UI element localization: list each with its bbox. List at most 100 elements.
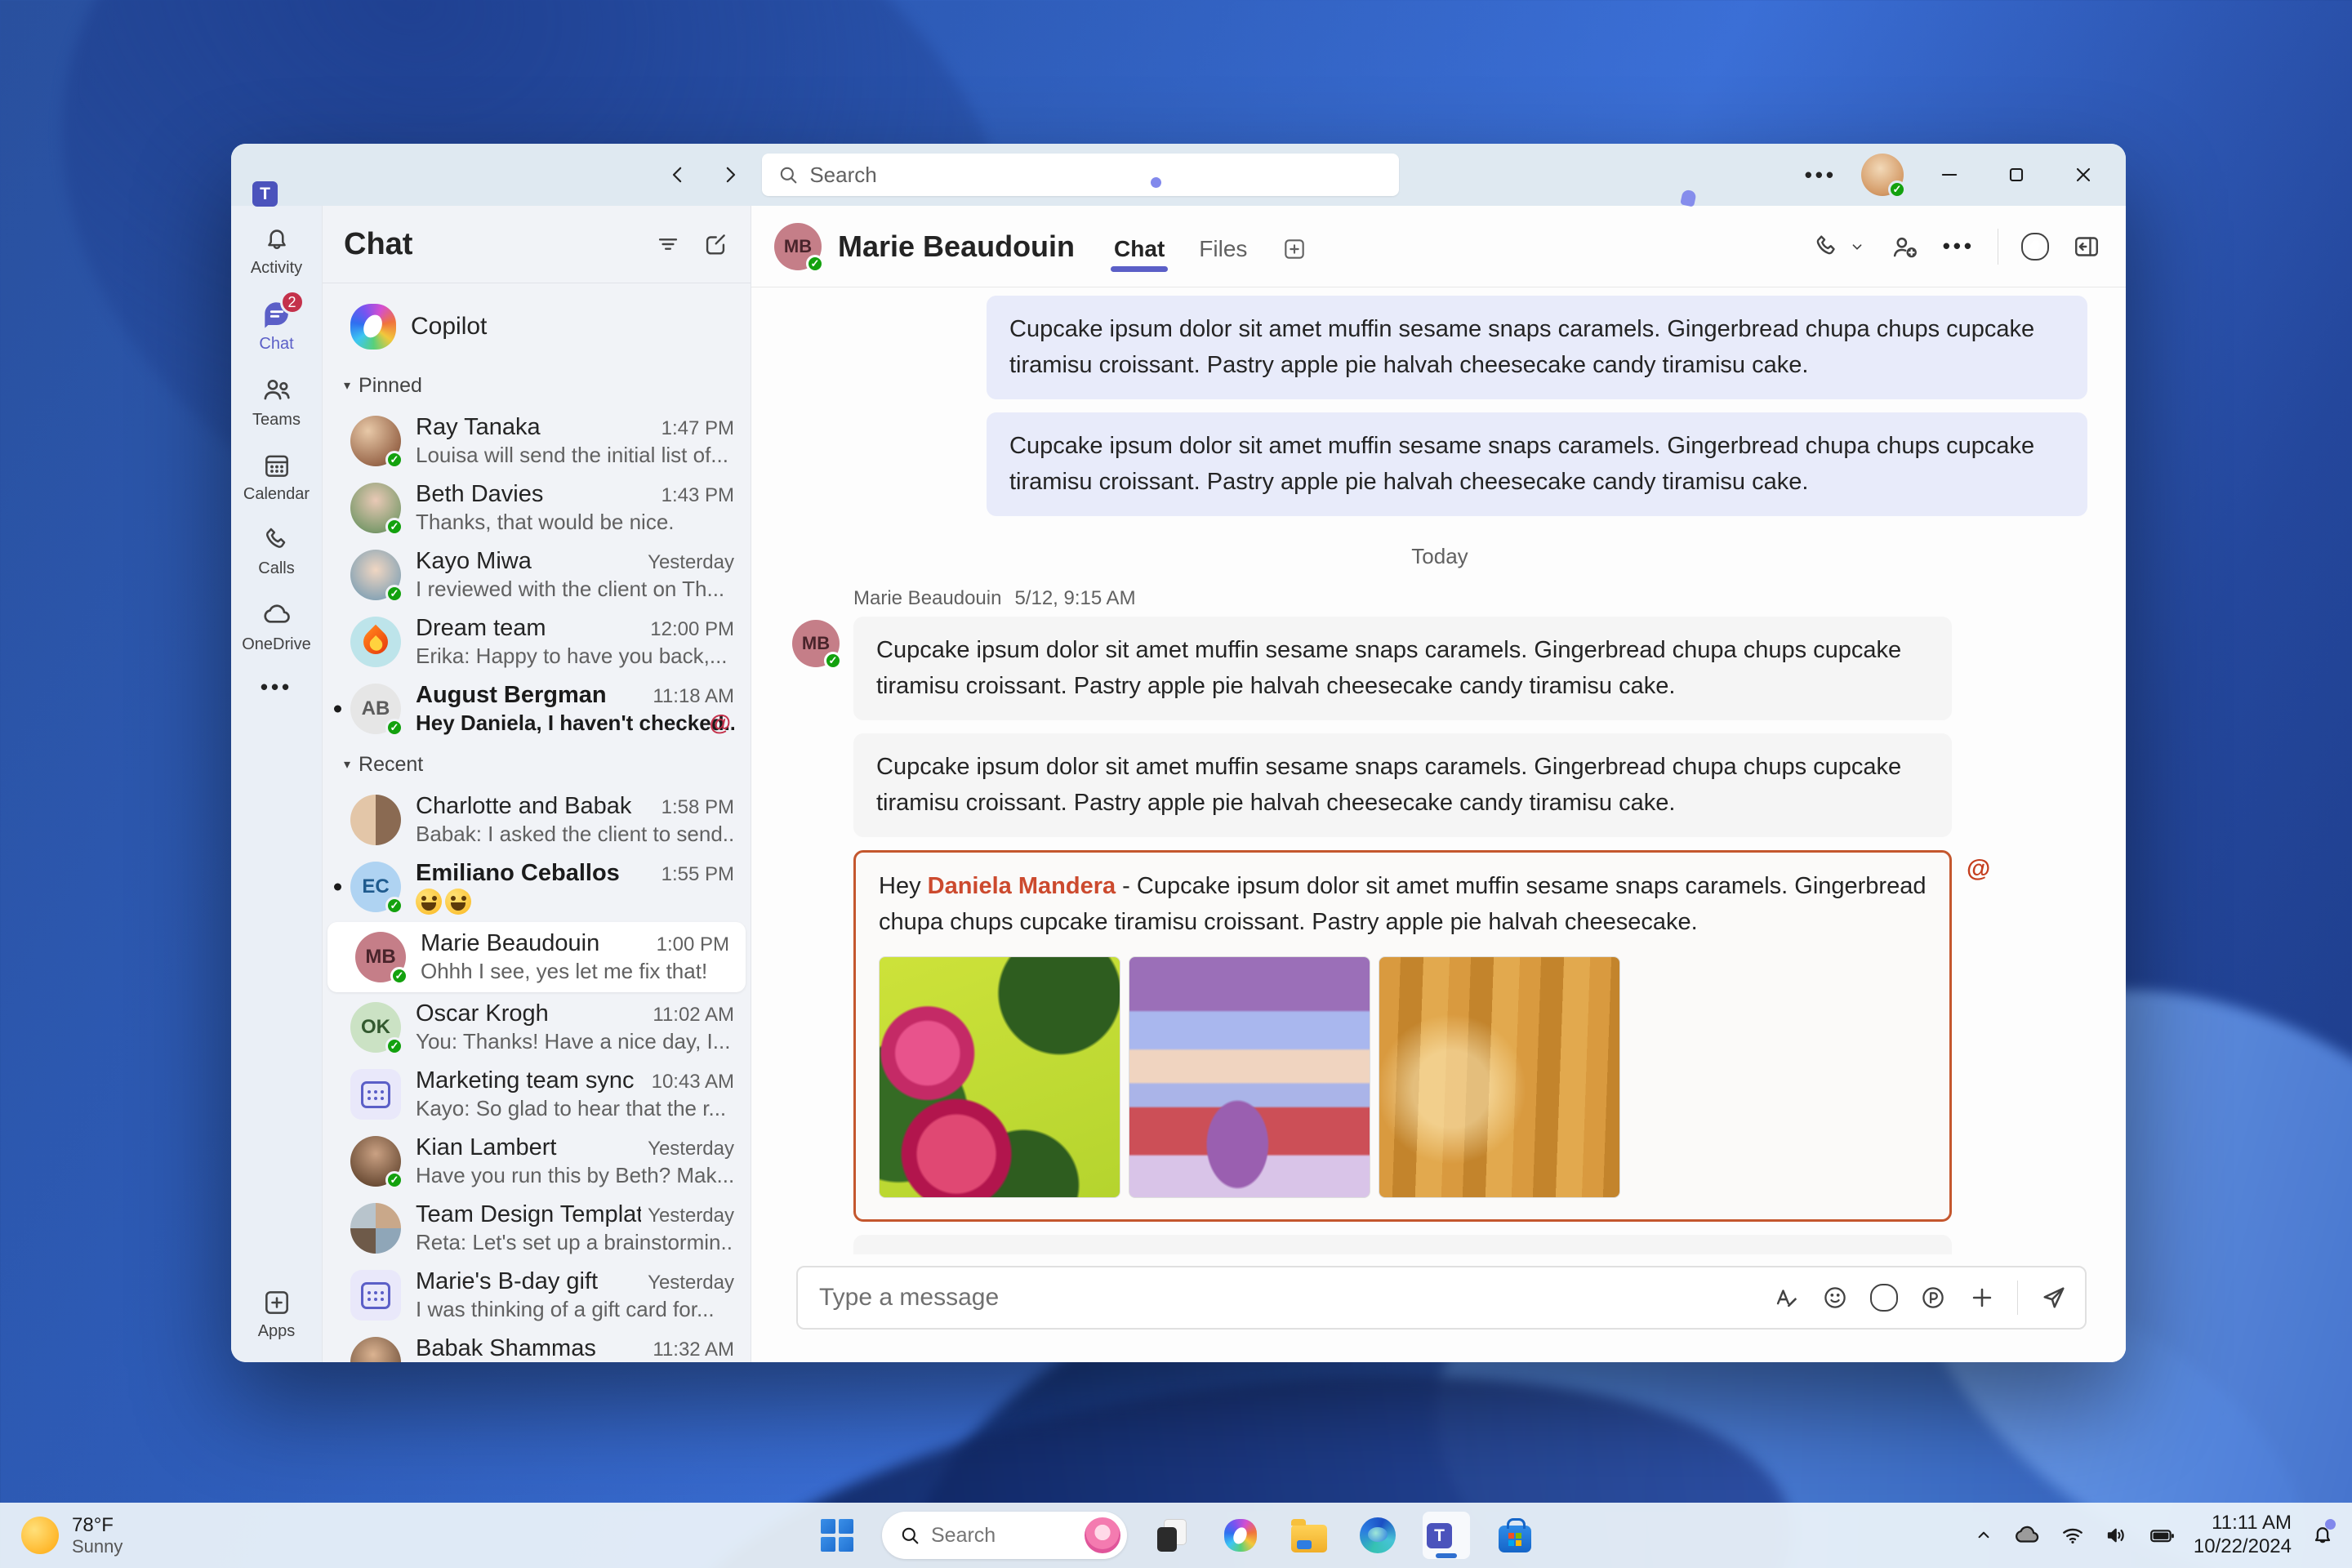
sidebar-item-calls[interactable]: Calls	[231, 524, 322, 578]
emoji-icon[interactable]	[1821, 1284, 1849, 1312]
battery-icon[interactable]	[2148, 1521, 2176, 1549]
list-item-copilot[interactable]: Copilot	[323, 290, 751, 363]
loop-icon[interactable]	[1919, 1284, 1947, 1312]
list-item[interactable]: Marie's B-day gift Yesterday I was thinki…	[323, 1262, 751, 1329]
teams-logo-icon: T	[1427, 1517, 2337, 1554]
list-item[interactable]: Dream team 12:00 PM Erika: Happy to have …	[323, 608, 751, 675]
close-button[interactable]	[2062, 160, 2105, 189]
outgoing-message: Cupcake ipsum dolor sit amet muffin sesa…	[987, 412, 2087, 516]
phone-icon	[261, 524, 292, 555]
format-icon[interactable]	[1772, 1284, 1800, 1312]
taskbar-search-input[interactable]	[931, 1523, 1075, 1548]
settings-more-icon[interactable]: •••	[1805, 163, 1837, 188]
copilot-app-button[interactable]	[1217, 1512, 1264, 1559]
new-chat-icon[interactable]	[702, 230, 729, 258]
list-item-selected[interactable]: MB ✓ Marie Beaudouin 1:00 PM Ohhh I see, y…	[327, 922, 746, 992]
chat-list: Copilot ▾ Pinned ✓ Ray Tanaka 1:47 PM Lou…	[323, 283, 751, 1362]
weather-widget[interactable]: 78°F Sunny	[21, 1514, 122, 1557]
sender-name: Marie Beaudouin	[853, 587, 1002, 609]
rail-label: Calendar	[243, 485, 310, 503]
tab-chat[interactable]: Chat	[1111, 236, 1169, 287]
flame-icon	[363, 630, 388, 654]
send-icon[interactable]	[2039, 1283, 2069, 1312]
add-people-icon[interactable]	[1889, 231, 1920, 262]
clock[interactable]: 11:11 AM 10/22/2024	[2194, 1512, 2292, 1559]
section-recent[interactable]: ▾ Recent	[323, 742, 751, 786]
list-item[interactable]: ✓ Babak Shammas11:32 AM Yah, that sounds…	[323, 1329, 751, 1362]
list-item[interactable]: EC ✓ Emiliano Ceballos 1:55 PM	[323, 853, 751, 920]
list-item[interactable]: Charlotte and Babak 1:58 PM Babak: I aske…	[323, 786, 751, 853]
list-item[interactable]: ✓ Kayo Miwa Yesterday I reviewed with the…	[323, 541, 751, 608]
sidebar-item-onedrive[interactable]: OneDrive	[231, 599, 322, 654]
rail-label: Calls	[258, 559, 295, 577]
attachment-image-landscape[interactable]	[1129, 956, 1370, 1198]
message-input[interactable]	[819, 1284, 1751, 1312]
minimize-button[interactable]	[1928, 160, 1971, 189]
mention-at-icon: @	[1967, 855, 1991, 882]
section-pinned[interactable]: ▾ Pinned	[323, 363, 751, 408]
tray-chevron-up-icon[interactable]	[1973, 1525, 1994, 1546]
sun-icon	[21, 1516, 59, 1554]
list-item[interactable]: ✓ Kian Lambert Yesterday Have you run thi…	[323, 1128, 751, 1195]
task-view-button[interactable]	[1148, 1512, 1196, 1559]
rail-label: Teams	[252, 411, 301, 429]
list-item[interactable]: OK ✓ Oscar Krogh 11:02 AM You: Thanks! Hav…	[323, 994, 751, 1061]
list-item[interactable]: AB ✓ August Bergman 11:18 AM Hey Daniela, …	[323, 675, 751, 742]
open-pane-icon[interactable]	[2072, 232, 2101, 261]
edge-button[interactable]	[1354, 1512, 1401, 1559]
avatar: ✓	[350, 1136, 403, 1189]
tab-files[interactable]: Files	[1196, 236, 1250, 287]
list-item[interactable]: Team Design Template Yesterday Reta: Let'…	[323, 1195, 751, 1262]
attach-plus-icon[interactable]	[1968, 1284, 1996, 1312]
calendar-icon	[261, 450, 292, 481]
peer-avatar[interactable]: MB ✓	[774, 222, 824, 273]
mention-name[interactable]: Daniela Mandera	[928, 873, 1116, 899]
avatar	[350, 1203, 401, 1254]
message-composer[interactable]	[796, 1266, 2087, 1330]
list-item[interactable]: ✓ Ray Tanaka 1:47 PM Louisa will send the…	[323, 408, 751, 474]
avatar: ✓	[350, 550, 403, 603]
teams-app-button[interactable]: T	[1423, 1512, 2337, 1559]
list-item[interactable]: Marketing team sync 10:43 AM Kayo: So gla…	[323, 1061, 751, 1128]
attachment-image-roses[interactable]	[879, 956, 1120, 1198]
taskbar: 78°F Sunny T	[0, 1503, 2352, 1568]
attachment-image-still-life[interactable]	[1379, 956, 1620, 1198]
store-button[interactable]	[1491, 1512, 1539, 1559]
taskbar-search[interactable]	[882, 1512, 1127, 1559]
filter-icon[interactable]	[654, 230, 682, 258]
sidebar-item-activity[interactable]: Activity	[231, 224, 322, 278]
user-avatar[interactable]: ✓	[1861, 154, 1906, 198]
search-input[interactable]	[809, 162, 1385, 188]
call-button[interactable]	[1812, 232, 1866, 261]
avatar	[350, 1069, 401, 1120]
maximize-button[interactable]	[1995, 160, 2038, 189]
sidebar-item-chat[interactable]: 2 Chat	[231, 290, 322, 354]
copilot-icon[interactable]	[2021, 232, 2049, 261]
onedrive-tray-icon[interactable]	[2012, 1521, 2042, 1550]
file-explorer-button[interactable]	[1285, 1512, 1333, 1559]
copilot-icon[interactable]	[1870, 1284, 1898, 1312]
add-tab-icon[interactable]	[1278, 236, 1311, 287]
unread-dot	[334, 883, 341, 891]
forward-icon[interactable]	[710, 158, 751, 192]
message-list: Cupcake ipsum dolor sit amet muffin sesa…	[751, 287, 2126, 1254]
back-icon[interactable]	[657, 158, 698, 192]
rail-label: OneDrive	[242, 635, 311, 653]
bell-icon	[261, 224, 292, 255]
more-options-icon[interactable]: •••	[1943, 234, 1975, 259]
unread-dot	[334, 705, 341, 713]
notifications-bell-icon[interactable]	[2310, 1522, 2336, 1548]
start-button[interactable]	[813, 1512, 861, 1559]
calendar-icon	[361, 1281, 390, 1309]
list-item[interactable]: ✓ Beth Davies 1:43 PM Thanks, that would …	[323, 474, 751, 541]
weather-temperature: 78°F	[72, 1513, 114, 1536]
app-search-box[interactable]	[762, 154, 1400, 196]
volume-icon[interactable]	[2104, 1522, 2130, 1548]
sidebar-item-calendar[interactable]: Calendar	[231, 450, 322, 504]
sidebar-item-teams[interactable]: Teams	[231, 374, 322, 430]
sidebar-more-button[interactable]: •••	[231, 675, 322, 700]
wifi-icon[interactable]	[2060, 1522, 2086, 1548]
unread-badge: 2	[279, 290, 305, 314]
sidebar-item-apps[interactable]: Apps	[231, 1287, 322, 1341]
avatar: ✓	[350, 416, 403, 469]
